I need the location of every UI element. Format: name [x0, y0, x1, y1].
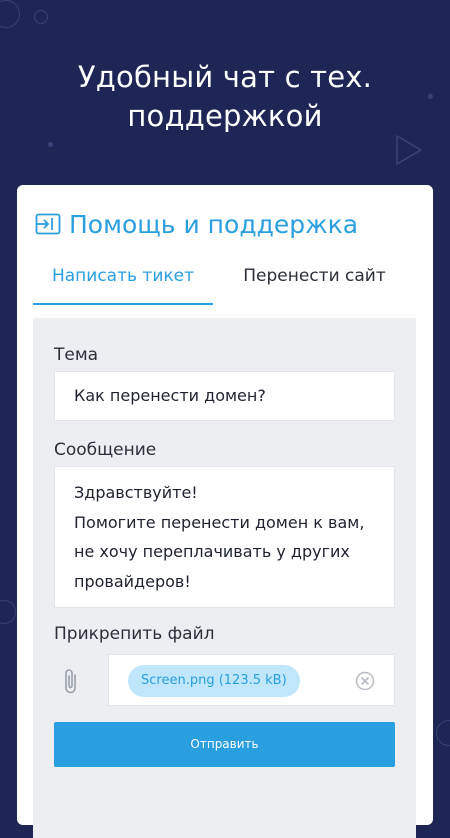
submit-button[interactable]: Отправить [54, 722, 395, 767]
ticket-form: Тема Как перенести домен? Сообщение Здра… [33, 318, 416, 838]
attach-label: Прикрепить файл [54, 624, 215, 644]
remove-attachment-icon[interactable] [355, 671, 375, 691]
decor-circle [436, 720, 450, 746]
active-tab-indicator [33, 303, 213, 305]
message-line: Здравствуйте! [74, 483, 198, 502]
subject-field[interactable]: Как перенести домен? [54, 371, 395, 421]
promo-headline: Удобный чат с тех. поддержкой [0, 58, 450, 136]
subject-label: Тема [54, 345, 99, 365]
decor-circle [0, 0, 20, 28]
message-line: Помогите перенести домен к вам, [74, 512, 365, 532]
decor-triangle [396, 134, 423, 166]
tab-bar: Написать тикет Перенести сайт [33, 249, 416, 305]
login-arrow-icon [35, 213, 61, 235]
support-card: Помощь и поддержка Написать тикет Перене… [17, 185, 433, 838]
message-field[interactable]: Здравствуйте! Помогите перенести домен к… [54, 466, 395, 608]
message-text: Здравствуйте! Помогите перенести домен к… [74, 478, 364, 596]
tab-write-ticket[interactable]: Написать тикет [33, 249, 213, 303]
subject-value: Как перенести домен? [74, 386, 266, 405]
paperclip-icon[interactable] [61, 666, 81, 696]
decor-circle [0, 600, 16, 624]
message-line: провайдеров! [74, 571, 191, 591]
headline-line: Удобный чат с тех. [77, 60, 373, 94]
message-line: не хочу переплачивать у других [74, 542, 350, 561]
attachment-box: Screen.png (123.5 kB) [108, 654, 395, 706]
attachment-chip[interactable]: Screen.png (123.5 kB) [128, 665, 300, 697]
message-label: Сообщение [54, 440, 157, 460]
tab-transfer-site[interactable]: Перенести сайт [213, 249, 416, 303]
headline-line: поддержкой [127, 99, 323, 133]
decor-dot [48, 142, 53, 147]
decor-circle [34, 10, 48, 24]
card-header: Помощь и поддержка [35, 207, 358, 241]
card-title: Помощь и поддержка [69, 209, 359, 239]
